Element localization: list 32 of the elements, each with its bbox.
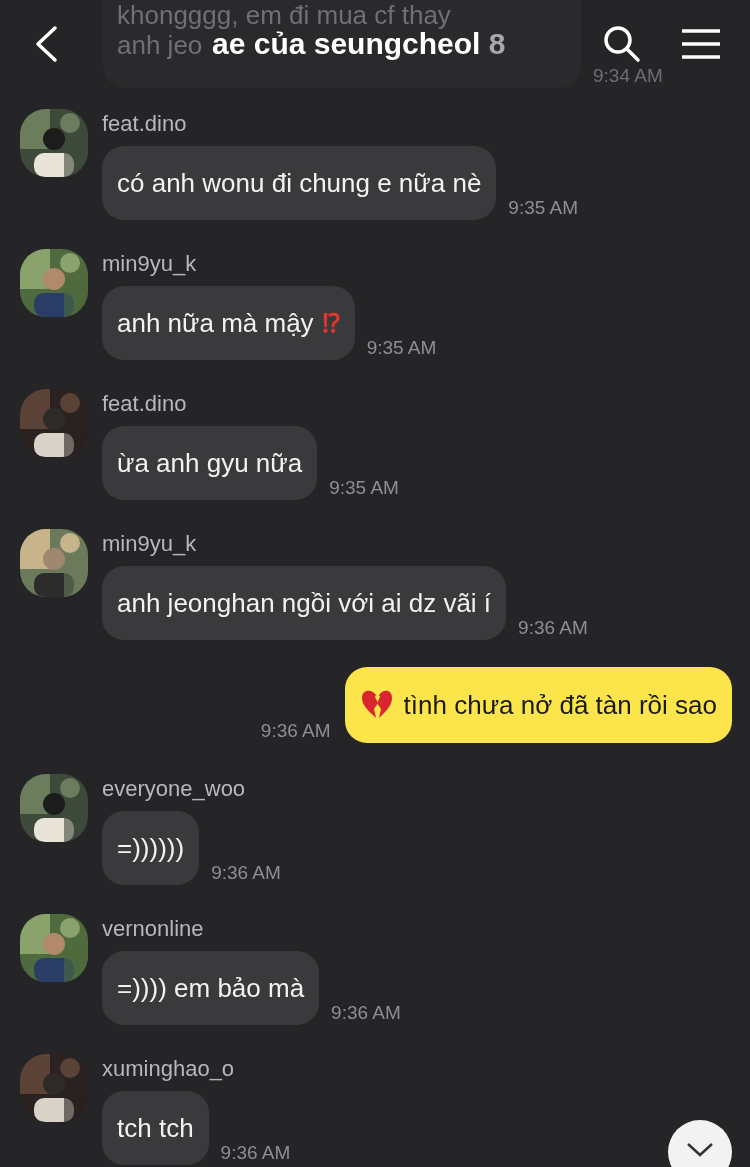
sender-name: min9yu_k bbox=[102, 250, 198, 278]
timestamp: 9:36 AM bbox=[211, 861, 281, 885]
sender-name: vernonline bbox=[102, 915, 205, 943]
chevron-down-icon bbox=[686, 1142, 714, 1158]
timestamp: 9:35 AM bbox=[366, 336, 437, 360]
back-icon bbox=[33, 25, 59, 63]
message-bubble: =)))))) bbox=[102, 811, 200, 885]
sender-name: feat.dino bbox=[102, 390, 188, 418]
message-bubble: tch tch bbox=[102, 1091, 209, 1165]
menu-button[interactable] bbox=[680, 28, 722, 60]
message-bubble: có anh wonu đi chung e nữa nè bbox=[102, 146, 497, 220]
message-bubble: tình chưa nở đã tàn rồi sao bbox=[344, 667, 732, 743]
search-button[interactable] bbox=[602, 24, 642, 64]
message-bubble: anh jeonghan ngồi với ai dz vãi í bbox=[102, 566, 507, 640]
message-bubble: =)))) em bảo mà bbox=[102, 951, 320, 1025]
sender-name: everyone_woo bbox=[102, 775, 247, 803]
search-icon bbox=[603, 25, 641, 63]
message-bubble: ừa anh gyu nữa bbox=[102, 426, 318, 500]
timestamp: 9:35 AM bbox=[508, 196, 579, 220]
message-bubble: anh nữa mà mậy ⁉ bbox=[102, 286, 355, 360]
sender-name: xuminghao_o bbox=[102, 1055, 236, 1083]
timestamp: 9:36 AM bbox=[518, 616, 588, 640]
timestamp: 9:34 AM bbox=[593, 64, 663, 88]
sender-name: feat.dino bbox=[102, 110, 188, 138]
timestamp: 9:35 AM bbox=[329, 476, 399, 500]
broken-heart-icon bbox=[359, 689, 394, 721]
timestamp: 9:36 AM bbox=[260, 719, 331, 743]
timestamp: 9:36 AM bbox=[331, 1001, 401, 1025]
scroll-down-button[interactable] bbox=[668, 1120, 732, 1167]
timestamp: 9:36 AM bbox=[220, 1141, 291, 1165]
sender-name: min9yu_k bbox=[102, 530, 198, 558]
menu-icon bbox=[681, 29, 721, 59]
